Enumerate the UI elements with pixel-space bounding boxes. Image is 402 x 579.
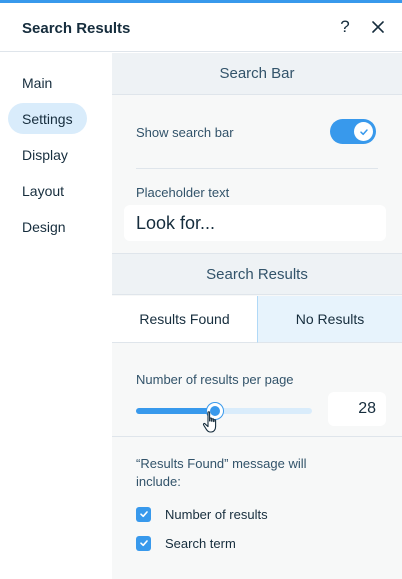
sidebar-item-label: Settings (22, 110, 73, 127)
check-icon (139, 511, 148, 518)
checkbox-label: Number of results (165, 506, 268, 522)
checkbox-label: Search term (165, 535, 236, 551)
section-header-search-results: Search Results (112, 253, 402, 295)
close-icon[interactable] (367, 15, 389, 39)
sidebar-item-design[interactable]: Design (8, 211, 80, 242)
toggle-knob (354, 122, 373, 141)
divider (112, 436, 402, 437)
tab-no-results[interactable]: No Results (257, 296, 402, 343)
placeholder-text-label: Placeholder text (136, 185, 230, 200)
tab-results-found[interactable]: Results Found (112, 296, 257, 343)
divider (136, 168, 378, 169)
sidebar-item-label: Design (22, 218, 66, 235)
placeholder-text-input[interactable]: Look for... (124, 205, 386, 241)
sidebar-item-display[interactable]: Display (8, 139, 82, 170)
panel-title: Search Results (22, 20, 131, 37)
sidebar-item-label: Display (22, 146, 68, 163)
checkbox-search-term[interactable]: Search term (136, 534, 236, 552)
sidebar-nav: Main Settings Display Layout Design (0, 53, 112, 579)
tab-label: Results Found (139, 311, 230, 327)
checkbox-number-of-results[interactable]: Number of results (136, 505, 268, 523)
question-mark-glyph: ? (340, 17, 350, 36)
help-icon[interactable]: ? (334, 15, 356, 39)
show-search-bar-toggle[interactable] (330, 119, 376, 144)
check-icon (359, 128, 368, 135)
results-per-page-input[interactable]: 28 (328, 392, 386, 426)
hand-cursor-icon (202, 411, 217, 433)
sidebar-item-settings[interactable]: Settings (8, 103, 87, 134)
section-header-search-bar: Search Bar (112, 53, 402, 95)
close-glyph (372, 21, 384, 33)
sidebar-item-main[interactable]: Main (8, 67, 66, 98)
show-search-bar-label: Show search bar (136, 125, 234, 140)
checkbox-checked[interactable] (136, 506, 151, 522)
sidebar-item-layout[interactable]: Layout (8, 175, 78, 206)
tab-label: No Results (295, 311, 365, 327)
check-icon (139, 540, 148, 547)
sidebar-item-label: Main (22, 74, 53, 91)
checkbox-checked[interactable] (136, 535, 151, 551)
results-per-page-slider[interactable] (136, 403, 312, 419)
panel-header: Search Results ? (0, 3, 402, 52)
sidebar-item-label: Layout (22, 182, 65, 199)
results-found-message-label: “Results Found” message will include: (136, 456, 307, 489)
settings-content: Search Bar Show search bar Placeholder t… (112, 53, 402, 579)
results-per-page-label: Number of results per page (136, 372, 294, 387)
